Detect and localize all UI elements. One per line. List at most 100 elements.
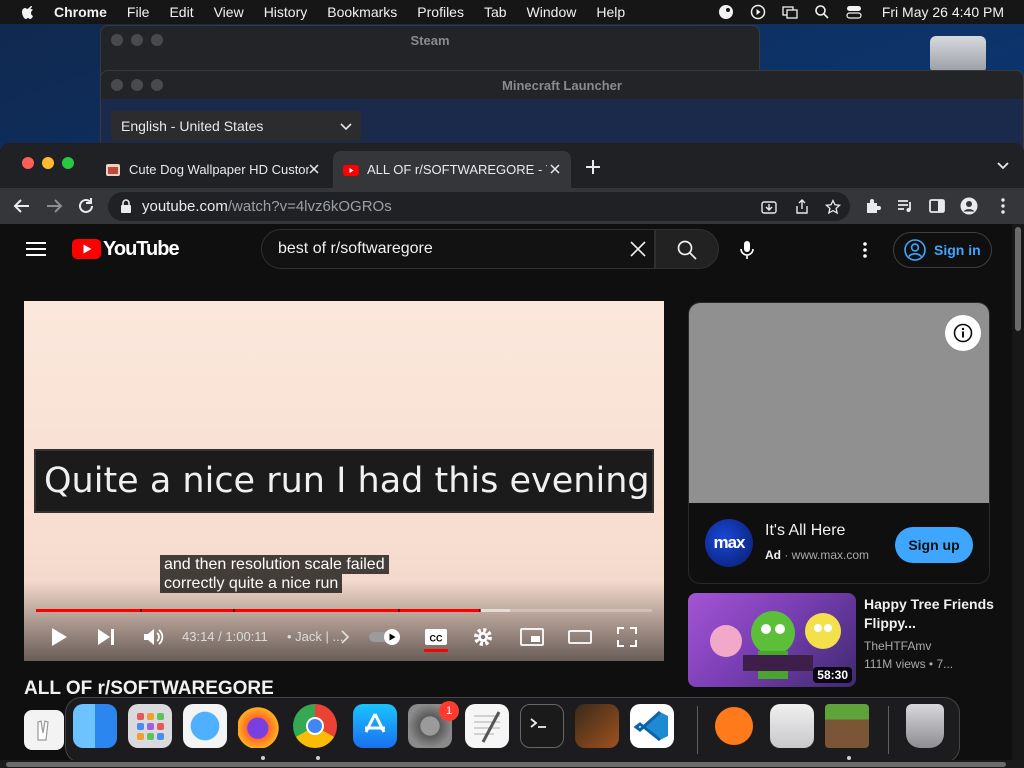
search-input[interactable]: best of r/softwaregore bbox=[261, 229, 655, 269]
launchpad-icon[interactable] bbox=[128, 704, 172, 748]
hamburger-menu-icon[interactable] bbox=[26, 241, 46, 257]
tab-search-chevron-icon[interactable] bbox=[996, 160, 1010, 172]
voice-search-button[interactable] bbox=[728, 231, 766, 269]
page-favicon-icon bbox=[106, 163, 120, 176]
address-bar[interactable]: youtube.com/watch?v=4lvz6kOGROs bbox=[108, 192, 850, 221]
dock bbox=[65, 697, 960, 763]
ad-sign-up-button[interactable]: Sign up bbox=[895, 527, 973, 563]
vscode-icon[interactable] bbox=[630, 704, 674, 748]
ad-card[interactable]: max It's All Here Ad · www.max.com Sign … bbox=[688, 302, 990, 584]
play-status-icon[interactable] bbox=[750, 4, 766, 20]
share-icon[interactable] bbox=[794, 199, 810, 215]
profile-avatar-icon[interactable] bbox=[960, 197, 978, 215]
chrome-icon[interactable] bbox=[293, 704, 337, 748]
sublime-icon[interactable] bbox=[712, 704, 756, 748]
steam-status-icon[interactable] bbox=[718, 4, 734, 20]
chapter-chevron-icon[interactable] bbox=[338, 629, 352, 645]
menu-window[interactable]: Window bbox=[527, 4, 577, 20]
language-select-value: English - United States bbox=[121, 118, 264, 134]
clear-search-icon[interactable] bbox=[630, 241, 646, 257]
extensions-puzzle-icon[interactable] bbox=[864, 197, 882, 215]
fullscreen-icon[interactable] bbox=[616, 626, 638, 648]
bookmark-star-icon[interactable] bbox=[825, 199, 841, 215]
theater-mode-icon[interactable] bbox=[568, 626, 592, 648]
menu-edit[interactable]: Edit bbox=[169, 4, 193, 20]
menu-history[interactable]: History bbox=[264, 4, 308, 20]
menu-clock[interactable]: Fri May 26 4:40 PM bbox=[882, 4, 1004, 20]
recommended-title[interactable]: Happy Tree Friends Flippy... bbox=[864, 595, 994, 633]
scrollbar-thumb[interactable] bbox=[1015, 227, 1021, 331]
search-button[interactable] bbox=[655, 229, 719, 269]
peace-hand-app-icon[interactable] bbox=[24, 710, 64, 750]
close-window-button[interactable] bbox=[22, 157, 34, 169]
trash-icon[interactable] bbox=[906, 704, 944, 748]
firefox-icon[interactable] bbox=[238, 704, 282, 748]
install-app-icon[interactable] bbox=[761, 199, 777, 215]
closed-captions-icon[interactable]: CC bbox=[424, 626, 448, 648]
reload-icon[interactable] bbox=[77, 197, 95, 215]
media-controls-icon[interactable] bbox=[896, 197, 914, 215]
horizontal-scrollbar-thumb[interactable] bbox=[6, 762, 1006, 767]
menu-file[interactable]: File bbox=[127, 4, 150, 20]
spotlight-search-icon[interactable] bbox=[814, 4, 830, 20]
screen-mirror-icon[interactable] bbox=[782, 4, 798, 20]
sign-in-label: Sign in bbox=[934, 242, 981, 258]
garageband-icon[interactable] bbox=[575, 704, 619, 748]
back-arrow-icon[interactable] bbox=[13, 197, 31, 215]
chapter-title[interactable]: • Jack | ... bbox=[287, 629, 343, 644]
settings-gear-icon[interactable] bbox=[472, 626, 494, 648]
menu-view[interactable]: View bbox=[214, 4, 244, 20]
menu-profiles[interactable]: Profiles bbox=[417, 4, 464, 20]
tab-youtube[interactable]: ALL OF r/SOFTWAREGORE - YouTube bbox=[333, 151, 571, 188]
menu-tab[interactable]: Tab bbox=[484, 4, 507, 20]
usb-drive-icon[interactable] bbox=[930, 36, 986, 70]
max-logo[interactable]: max bbox=[705, 519, 753, 567]
close-tab-icon[interactable] bbox=[308, 163, 320, 175]
control-center-icon[interactable] bbox=[846, 4, 862, 20]
terminal-icon[interactable] bbox=[520, 704, 564, 748]
tab-cute-dog[interactable]: Cute Dog Wallpaper HD Custom bbox=[95, 151, 330, 188]
ad-info-button[interactable] bbox=[945, 315, 981, 351]
recommended-channel[interactable]: TheHTFAmv bbox=[864, 639, 931, 653]
menu-help[interactable]: Help bbox=[596, 4, 625, 20]
page-scrollbar[interactable] bbox=[1012, 224, 1024, 768]
language-select[interactable]: English - United States bbox=[111, 111, 361, 141]
sign-in-button[interactable]: Sign in bbox=[893, 232, 992, 268]
ad-title[interactable]: It's All Here bbox=[765, 522, 845, 540]
side-panel-icon[interactable] bbox=[928, 197, 946, 215]
disk-utility-icon[interactable] bbox=[770, 704, 814, 748]
new-tab-icon[interactable] bbox=[584, 158, 602, 176]
forward-arrow-icon[interactable] bbox=[45, 197, 63, 215]
chrome-menu-kebab-icon[interactable] bbox=[994, 197, 1012, 215]
settings-kebab-icon[interactable] bbox=[862, 241, 868, 259]
next-video-icon[interactable] bbox=[95, 626, 117, 648]
minecraft-icon[interactable] bbox=[825, 704, 869, 748]
play-icon[interactable] bbox=[48, 626, 70, 648]
miniplayer-icon[interactable] bbox=[520, 626, 544, 648]
horizontal-scrollbar[interactable] bbox=[0, 760, 1024, 768]
minecraft-window-title: Minecraft Launcher bbox=[502, 77, 622, 93]
minimize-window-button[interactable] bbox=[42, 157, 54, 169]
textedit-icon[interactable] bbox=[465, 704, 509, 748]
video-player[interactable]: Quite a nice run I had this evening and … bbox=[24, 301, 664, 661]
close-tab-icon[interactable] bbox=[549, 163, 561, 175]
zoom-window-button[interactable] bbox=[62, 157, 74, 169]
youtube-logo[interactable]: YouTube bbox=[72, 237, 180, 260]
safari-icon[interactable] bbox=[183, 704, 227, 748]
autoplay-toggle[interactable] bbox=[368, 629, 402, 645]
finder-icon[interactable] bbox=[73, 704, 117, 748]
recommended-video[interactable]: 58:30 Happy Tree Friends Flippy... TheHT… bbox=[688, 593, 998, 687]
progress-bar[interactable] bbox=[36, 609, 652, 612]
menu-app-name[interactable]: Chrome bbox=[54, 4, 107, 20]
captions-active-indicator bbox=[424, 649, 448, 652]
youtube-masthead: YouTube best of r/softwaregore Sign in bbox=[0, 224, 1012, 280]
youtube-logo-text: YouTube bbox=[103, 237, 180, 260]
volume-icon[interactable] bbox=[142, 626, 164, 648]
ad-media[interactable] bbox=[689, 303, 989, 503]
recommended-thumbnail[interactable]: 58:30 bbox=[688, 593, 856, 687]
apple-icon[interactable] bbox=[18, 5, 40, 19]
app-store-icon[interactable] bbox=[353, 704, 397, 748]
lock-icon[interactable] bbox=[120, 199, 132, 213]
menu-bookmarks[interactable]: Bookmarks bbox=[327, 4, 397, 20]
microphone-icon bbox=[740, 241, 754, 259]
